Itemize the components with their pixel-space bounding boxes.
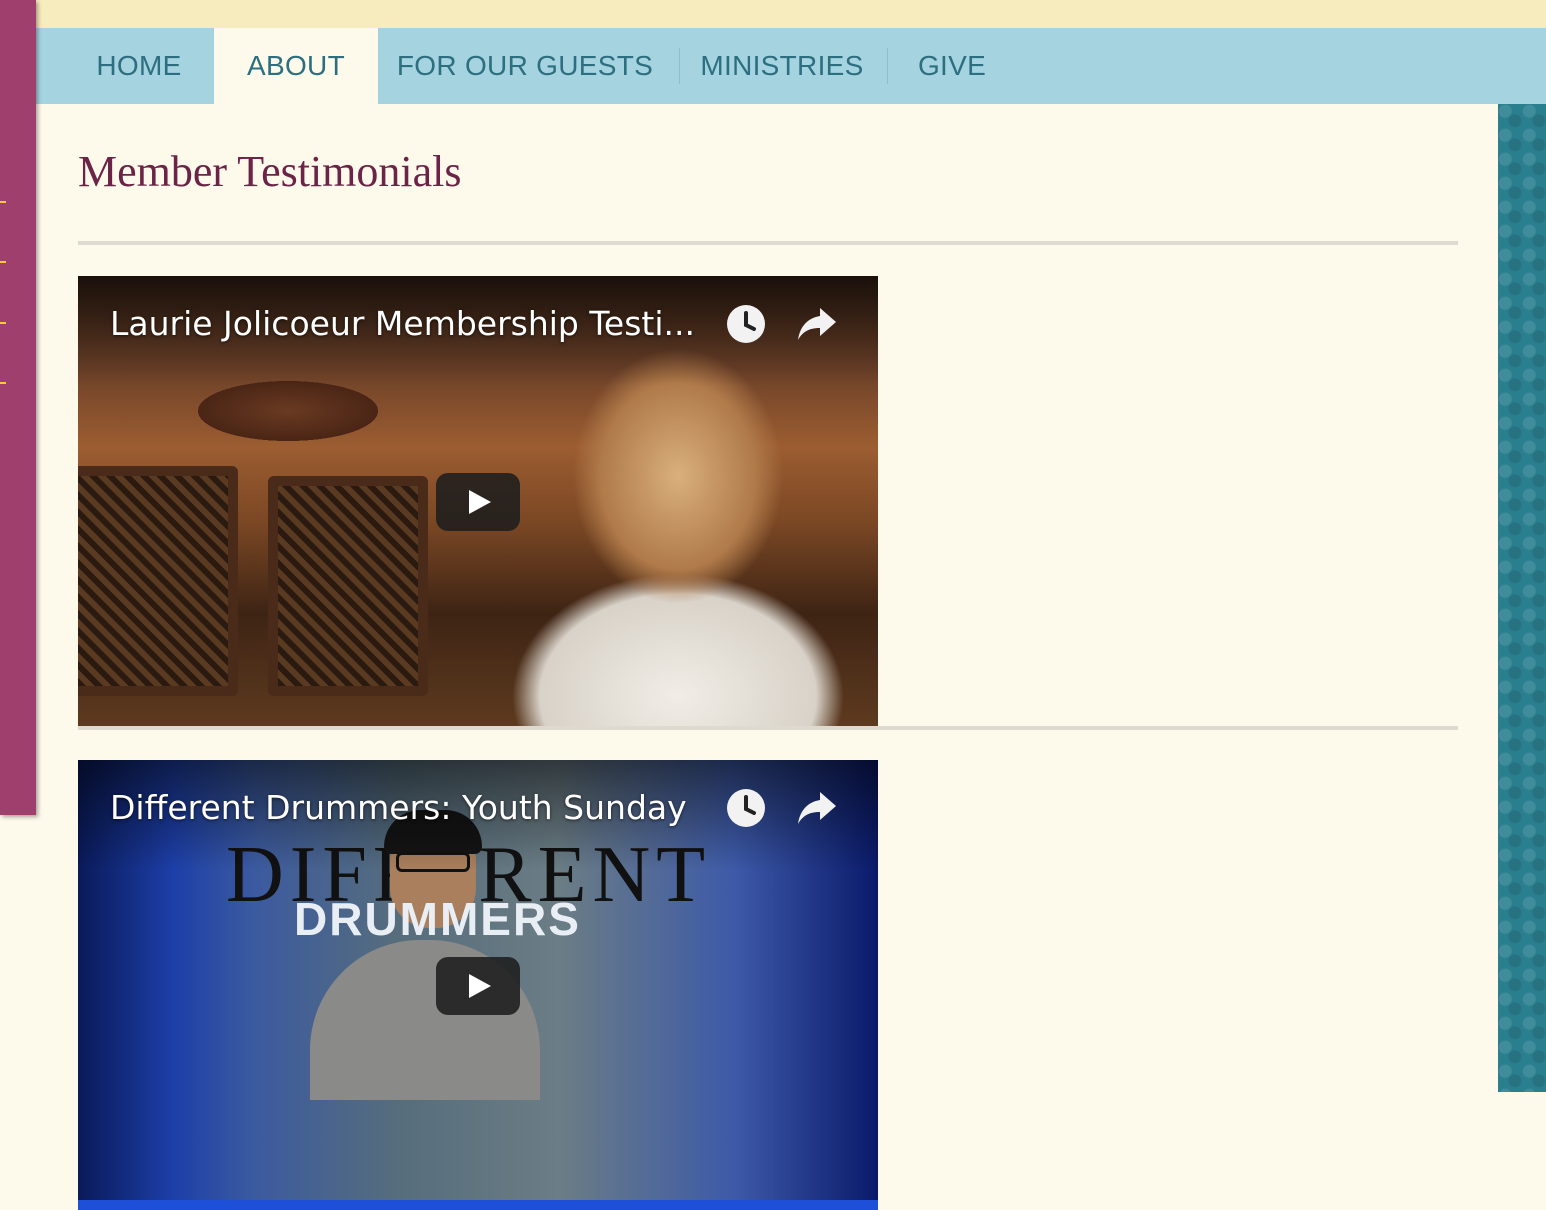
sidebar-tick	[0, 322, 6, 324]
nav-divider	[679, 48, 680, 84]
sidebar-tick	[0, 261, 6, 263]
nav-item-ministries[interactable]: MINISTRIES	[694, 28, 870, 104]
nav-item-for-our-guests[interactable]: FOR OUR GUESTS	[390, 28, 660, 104]
thumbnail-text-drummers: DRUMMERS	[294, 893, 581, 945]
play-button[interactable]	[436, 957, 520, 1015]
sidebar-tick	[0, 382, 6, 384]
video-player[interactable]: DIFFERENT DRUMMERS Different Drummers: Y…	[78, 760, 878, 1210]
video-title[interactable]: Laurie Jolicoeur Membership Testi...	[110, 304, 695, 343]
nav-item-label: MINISTRIES	[700, 50, 864, 81]
nav-item-give[interactable]: GIVE	[908, 28, 996, 104]
nav-item-label: GIVE	[917, 50, 987, 81]
nav-divider	[887, 48, 888, 84]
left-sidebar	[0, 0, 36, 815]
play-icon	[469, 490, 491, 514]
nav-item-label: HOME	[96, 50, 182, 81]
share-icon[interactable]	[796, 788, 836, 828]
video-divider	[78, 726, 1458, 730]
main-navigation: HOME ABOUT FOR OUR GUESTS MINISTRIES GIV…	[36, 28, 1546, 104]
title-divider	[78, 241, 1458, 245]
play-icon	[469, 974, 491, 998]
nav-item-home[interactable]: HOME	[78, 28, 200, 104]
sidebar-tick	[0, 201, 6, 203]
video-player[interactable]: Laurie Jolicoeur Membership Testi...	[78, 276, 878, 726]
share-icon[interactable]	[796, 304, 836, 344]
video-thumbnail-strip	[78, 1200, 878, 1210]
main-content: Member Testimonials Laurie Jolicoeur Mem…	[36, 104, 1498, 1210]
top-banner-strip	[0, 0, 1546, 28]
watch-later-icon[interactable]	[726, 788, 766, 828]
nav-item-about[interactable]: ABOUT	[214, 28, 378, 104]
video-title[interactable]: Different Drummers: Youth Sunday	[110, 788, 687, 827]
play-button[interactable]	[436, 473, 520, 531]
nav-item-label: ABOUT	[247, 50, 345, 81]
watch-later-icon[interactable]	[726, 304, 766, 344]
nav-item-label: FOR OUR GUESTS	[396, 50, 654, 81]
right-decorative-bar	[1498, 104, 1546, 1092]
page-title: Member Testimonials	[78, 147, 462, 196]
video-thumbnail-chair	[78, 466, 238, 696]
video-thumbnail-chair	[268, 476, 428, 696]
